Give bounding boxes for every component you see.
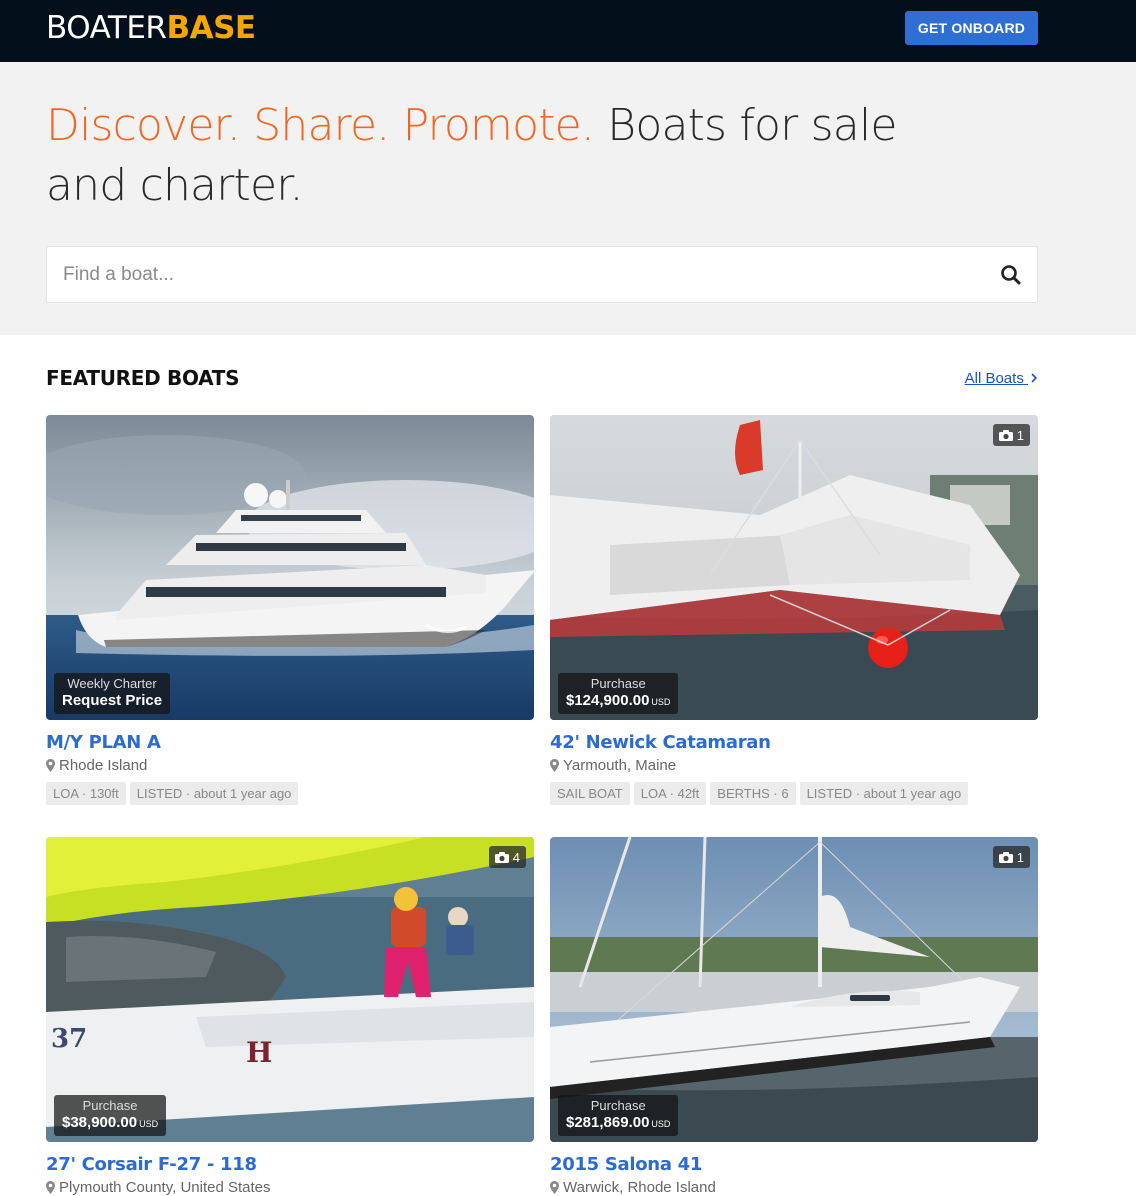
photo-count-badge: 1 (992, 846, 1030, 868)
boat-location: Yarmouth, Maine (550, 757, 1038, 774)
price-value: $38,900.00 (62, 1114, 138, 1131)
map-marker-icon (550, 759, 559, 772)
location-text: Yarmouth, Maine (563, 757, 677, 774)
logo-text-boater: BOATER (46, 10, 167, 46)
boat-title[interactable]: 27' Corsair F-27 - 118 (46, 1154, 534, 1175)
map-marker-icon (550, 1181, 559, 1194)
boat-tags: LOA · 130ft LISTED · about 1 year ago (46, 782, 534, 805)
headline-highlight: Discover. Share. Promote. (46, 100, 595, 151)
boat-photo[interactable]: H 37 4 Purchase $38,900.00 USD (46, 837, 534, 1142)
boat-title[interactable]: 42' Newick Catamaran (550, 732, 1038, 753)
tag-type: SAIL BOAT (550, 782, 630, 805)
photo-count-badge: 1 (992, 424, 1030, 446)
logo-text-base: BASE (166, 10, 256, 46)
price-currency: USD (139, 1119, 159, 1129)
boat-location: Rhode Island (46, 757, 534, 774)
camera-icon (998, 429, 1013, 441)
tag-loa: LOA · 130ft (46, 782, 126, 805)
price-value: $281,869.00 (566, 1114, 650, 1131)
price-kind: Purchase (590, 1098, 646, 1113)
chevron-right-icon (1031, 373, 1038, 383)
price-value: $124,900.00 (566, 692, 650, 709)
camera-icon (494, 851, 509, 863)
featured-boats-title: FEATURED BOATS (46, 366, 240, 390)
boat-card[interactable]: 1 Purchase $124,900.00 USD 42' Newick Cat… (550, 415, 1038, 805)
get-onboard-button[interactable]: GET ONBOARD (905, 11, 1038, 45)
photo-count-badge: 4 (488, 846, 526, 868)
price-tag: Weekly Charter Request Price (54, 673, 171, 714)
tag-loa: LOA · 42ft (633, 782, 707, 805)
price-tag: Purchase $281,869.00 USD (558, 1095, 679, 1136)
svg-text:37: 37 (51, 1024, 87, 1054)
price-kind: Purchase (590, 676, 646, 691)
featured-header: FEATURED BOATS All Boats (46, 366, 1038, 394)
boaterbase-logo[interactable]: BOATERBASE (46, 10, 256, 46)
price-value: Request Price (62, 692, 163, 709)
search-input[interactable] (47, 247, 987, 302)
price-kind: Weekly Charter (67, 676, 157, 691)
map-marker-icon (46, 1181, 55, 1194)
tag-listed: LISTED · about 1 year ago (799, 782, 969, 805)
search-bar (46, 246, 1038, 303)
boat-photo[interactable]: 1 Purchase $281,869.00 USD (550, 837, 1038, 1142)
boat-card[interactable]: 1 Purchase $281,869.00 USD 2015 Salona 41… (550, 837, 1038, 1196)
price-currency: USD (651, 697, 671, 707)
tag-listed: LISTED · about 1 year ago (129, 782, 299, 805)
photo-count: 4 (512, 849, 520, 865)
map-marker-icon (46, 759, 55, 772)
search-icon[interactable] (997, 261, 1025, 289)
location-text: Warwick, Rhode Island (563, 1179, 716, 1196)
all-boats-label: All Boats (964, 370, 1024, 387)
top-navbar: BOATERBASE GET ONBOARD (0, 0, 1136, 62)
tag-berths: BERTHS · 6 (710, 782, 796, 805)
boat-title[interactable]: 2015 Salona 41 (550, 1154, 1038, 1175)
boat-location: Warwick, Rhode Island (550, 1179, 1038, 1196)
boat-card[interactable]: Weekly Charter Request Price M/Y PLAN A … (46, 415, 534, 805)
hero-headline: Discover. Share. Promote. Boats for sale… (46, 96, 946, 216)
boat-photo[interactable]: Weekly Charter Request Price (46, 415, 534, 720)
boat-location: Plymouth County, United States (46, 1179, 534, 1196)
svg-text:H: H (246, 1036, 272, 1069)
location-text: Rhode Island (59, 757, 148, 774)
photo-count: 1 (1016, 427, 1024, 443)
all-boats-link[interactable]: All Boats (965, 370, 1038, 387)
price-currency: USD (651, 1119, 671, 1129)
boat-tags: SAIL BOAT LOA · 42ft BERTHS · 6 LISTED ·… (550, 782, 1038, 805)
photo-count: 1 (1016, 849, 1024, 865)
location-text: Plymouth County, United States (59, 1179, 271, 1196)
price-tag: Purchase $38,900.00 USD (54, 1095, 167, 1136)
boat-photo[interactable]: 1 Purchase $124,900.00 USD (550, 415, 1038, 720)
camera-icon (998, 851, 1013, 863)
price-tag: Purchase $124,900.00 USD (558, 673, 679, 714)
price-kind: Purchase (82, 1098, 138, 1113)
boat-title[interactable]: M/Y PLAN A (46, 732, 534, 753)
hero-section: Discover. Share. Promote. Boats for sale… (0, 62, 1136, 335)
boat-card[interactable]: H 37 4 Purchase $38,900.00 USD 27' Corsai… (46, 837, 534, 1196)
